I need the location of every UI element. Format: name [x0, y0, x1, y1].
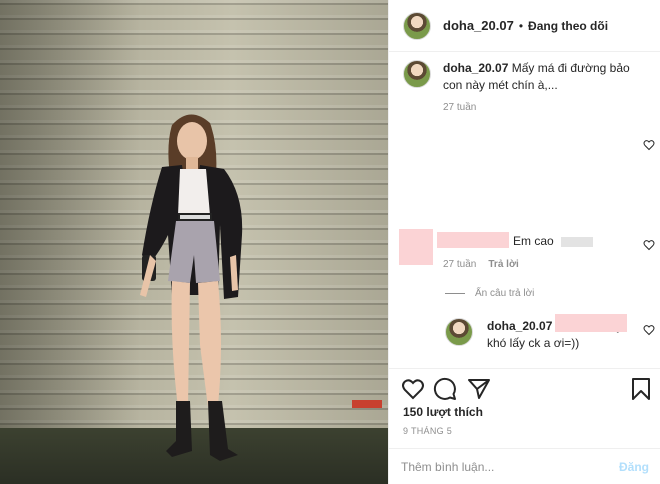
post-date[interactable]: 9 THÁNG 5 — [403, 426, 452, 436]
caption-time[interactable]: 27 tuần — [443, 102, 476, 113]
caption: doha_20.07 Mấy má đi đường bảo con này m… — [403, 60, 653, 94]
heart-icon[interactable] — [643, 239, 655, 251]
hide-replies-label: Ẩn câu trả lời — [475, 288, 535, 299]
redacted-username — [437, 232, 509, 248]
caption-text-block: doha_20.07 Mấy má đi đường bảo con này m… — [443, 60, 643, 94]
avatar[interactable] — [403, 60, 431, 88]
post-side-panel: doha_20.07 • Đang theo dõi doha_20.07 Mấ… — [388, 0, 660, 484]
shadow-overlay — [0, 0, 140, 430]
header-username[interactable]: doha_20.07 — [443, 18, 514, 33]
caption-meta: 27 tuần — [443, 102, 476, 113]
comment-meta: 27 tuần Trả lời — [443, 259, 519, 270]
avatar[interactable] — [403, 11, 431, 40]
divider-line — [445, 293, 465, 294]
avatar[interactable] — [445, 318, 473, 346]
share-icon[interactable] — [467, 377, 491, 401]
separator-dot: • — [518, 18, 524, 33]
person-figure — [140, 114, 243, 461]
caption-username[interactable]: doha_20.07 — [443, 61, 508, 75]
redacted-avatar — [399, 229, 433, 265]
red-sign — [352, 400, 382, 408]
redacted-mention — [555, 314, 627, 332]
bookmark-icon[interactable] — [629, 377, 653, 401]
likes-count[interactable]: 150 lượt thích — [403, 405, 483, 419]
reply-username[interactable]: doha_20.07 — [487, 319, 552, 333]
post-button[interactable]: Đăng — [619, 460, 649, 474]
add-comment-bar: Đăng — [389, 448, 660, 484]
comment-icon[interactable] — [433, 377, 457, 401]
comment-text: Em cao — [513, 233, 594, 250]
comment-input[interactable] — [401, 459, 619, 474]
reply-button[interactable]: Trả lời — [488, 259, 518, 270]
heart-icon[interactable] — [643, 324, 655, 336]
heart-icon[interactable] — [643, 139, 655, 151]
hide-replies-toggle[interactable]: Ẩn câu trả lời — [445, 288, 534, 299]
post-photo[interactable] — [0, 0, 388, 484]
comments-list: doha_20.07 Mấy má đi đường bảo con này m… — [389, 52, 660, 368]
blurred-text — [561, 236, 594, 247]
heart-icon[interactable] — [401, 377, 425, 401]
comment-time[interactable]: 27 tuần — [443, 259, 476, 270]
following-button[interactable]: Đang theo dõi — [528, 19, 608, 33]
post-header: doha_20.07 • Đang theo dõi — [389, 0, 660, 52]
comment-text-value: Em cao — [513, 234, 554, 248]
